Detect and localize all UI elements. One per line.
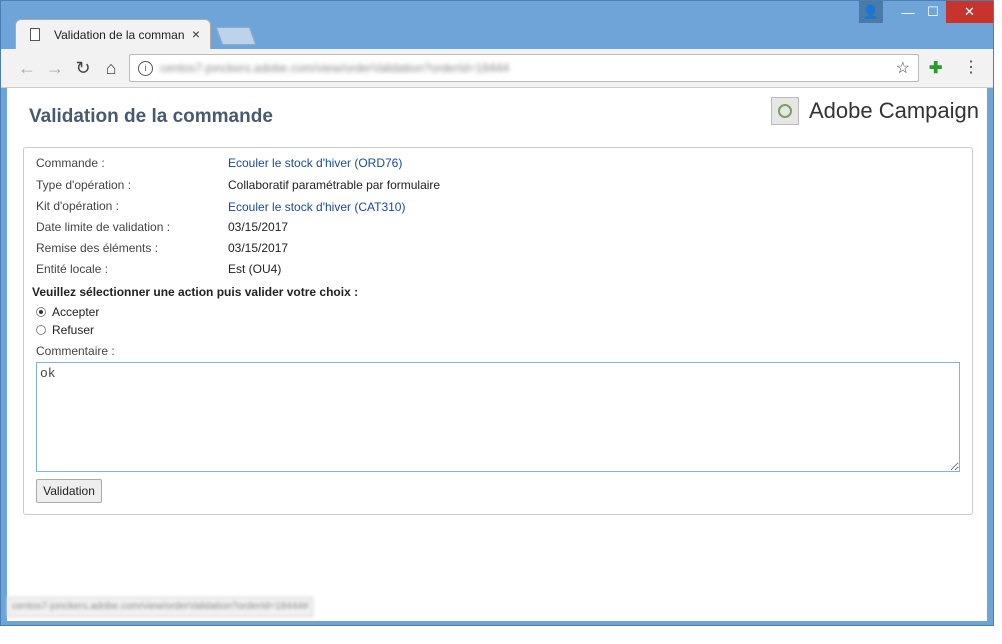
status-bar-url: centos7-jonckers.adobe.com/view/orderVal… bbox=[7, 597, 314, 617]
new-tab-button[interactable] bbox=[215, 27, 257, 45]
field-value-operation-type: Collaboratif paramétrable par formulaire bbox=[228, 178, 441, 192]
star-icon[interactable]: ☆ bbox=[896, 58, 910, 78]
field-value-local-entity: Est (OU4) bbox=[228, 262, 282, 276]
user-profile-icon[interactable]: 👤 bbox=[859, 1, 883, 23]
browser-toolbar: ← → ↻ ⌂ i centos7-jonckers.adobe.com/vie… bbox=[1, 49, 993, 88]
comment-label: Commentaire : bbox=[36, 344, 115, 358]
page-viewport: Validation de la commande Adobe Campaign… bbox=[7, 88, 987, 621]
radio-accept[interactable]: Accepter bbox=[36, 305, 99, 319]
close-window-icon[interactable]: ✕ bbox=[946, 1, 993, 23]
adobe-campaign-logo-icon bbox=[771, 97, 799, 125]
field-value-order[interactable]: Ecouler le stock d'hiver (ORD76) bbox=[228, 156, 402, 170]
validation-button[interactable]: Validation bbox=[36, 479, 102, 503]
minimize-icon[interactable]: — bbox=[896, 1, 920, 23]
maximize-icon[interactable]: ☐ bbox=[921, 1, 945, 23]
title-bar: 👤 — ☐ ✕ Validation de la commande × bbox=[1, 1, 993, 49]
address-url: centos7-jonckers.adobe.com/view/orderVal… bbox=[160, 61, 509, 75]
tab-title: Validation de la commande bbox=[54, 28, 184, 42]
extension-icon[interactable]: ✚ bbox=[929, 58, 942, 78]
order-panel: Commande : Ecouler le stock d'hiver (ORD… bbox=[23, 147, 973, 515]
brand-logo: Adobe Campaign bbox=[771, 96, 979, 126]
forward-icon[interactable]: → bbox=[45, 58, 65, 79]
page-title: Validation de la commande bbox=[29, 106, 273, 127]
field-value-kit[interactable]: Ecouler le stock d'hiver (CAT310) bbox=[228, 200, 405, 214]
home-icon[interactable]: ⌂ bbox=[101, 58, 121, 79]
reload-icon[interactable]: ↻ bbox=[73, 58, 93, 79]
address-bar[interactable]: i centos7-jonckers.adobe.com/view/orderV… bbox=[129, 54, 919, 82]
action-prompt: Veuillez sélectionner une action puis va… bbox=[32, 285, 359, 299]
radio-refuse[interactable]: Refuser bbox=[36, 323, 94, 337]
info-icon[interactable]: i bbox=[138, 61, 153, 76]
comment-input[interactable]: ok bbox=[36, 362, 960, 472]
browser-tab[interactable]: Validation de la commande × bbox=[15, 19, 211, 49]
field-label-order: Commande : bbox=[36, 156, 105, 170]
field-label-kit: Kit d'opération : bbox=[36, 199, 120, 213]
field-label-local-entity: Entité locale : bbox=[36, 262, 109, 276]
radio-accept-indicator[interactable] bbox=[36, 307, 46, 317]
field-label-deadline: Date limite de validation : bbox=[36, 220, 171, 234]
browser-window: 👤 — ☐ ✕ Validation de la commande × ← → … bbox=[0, 0, 994, 626]
menu-icon[interactable]: ⋮ bbox=[963, 57, 979, 77]
page-icon bbox=[30, 28, 40, 41]
radio-refuse-indicator[interactable] bbox=[36, 325, 46, 335]
back-icon[interactable]: ← bbox=[17, 58, 37, 79]
tab-close-icon[interactable]: × bbox=[192, 26, 200, 42]
field-value-delivery: 03/15/2017 bbox=[228, 241, 289, 255]
brand-name: Adobe Campaign bbox=[809, 98, 980, 123]
radio-accept-label: Accepter bbox=[52, 305, 100, 319]
field-value-deadline: 03/15/2017 bbox=[228, 220, 289, 234]
field-label-delivery: Remise des éléments : bbox=[36, 241, 159, 255]
field-label-operation-type: Type d'opération : bbox=[36, 178, 132, 192]
radio-refuse-label: Refuser bbox=[52, 323, 95, 337]
